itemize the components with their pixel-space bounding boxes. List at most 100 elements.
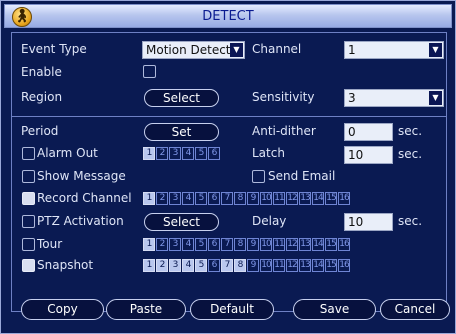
channel-box[interactable]: 7 — [221, 238, 233, 251]
delay-input[interactable]: 10 — [344, 213, 393, 231]
channel-box[interactable]: 5 — [195, 259, 207, 272]
region-label: Region — [21, 90, 63, 104]
channel-box[interactable]: 1 — [143, 238, 155, 251]
alarm-out-channels: 123456 — [143, 147, 220, 160]
channel-box[interactable]: 2 — [156, 238, 168, 251]
window-title: DETECT — [202, 9, 254, 24]
channel-box[interactable]: 5 — [195, 147, 207, 160]
channel-box[interactable]: 10 — [260, 259, 272, 272]
show-message-checkbox[interactable] — [22, 170, 35, 183]
channel-box[interactable]: 8 — [234, 259, 246, 272]
record-channels: 1 2 3 4 5 6 7 8 9 10 11 12 13 14 15 16 — [143, 192, 350, 205]
channel-box[interactable]: 13 — [299, 238, 311, 251]
channel-box[interactable]: 11 — [273, 259, 285, 272]
channel-box[interactable]: 7 — [221, 259, 233, 272]
sensitivity-value: 3 — [348, 91, 356, 105]
latch-unit: sec. — [398, 147, 423, 161]
channel-box[interactable]: 4 — [182, 192, 194, 205]
channel-box[interactable]: 1 — [143, 192, 155, 205]
dropdown-arrow-icon[interactable]: ▼ — [429, 43, 442, 57]
channel-box[interactable]: 8 — [234, 238, 246, 251]
cancel-button[interactable]: Cancel — [380, 299, 450, 320]
channel-box[interactable]: 15 — [325, 192, 337, 205]
channel-box[interactable]: 11 — [273, 192, 285, 205]
channel-box[interactable]: 3 — [169, 147, 181, 160]
latch-input[interactable]: 10 — [344, 146, 393, 164]
enable-checkbox[interactable] — [143, 65, 156, 78]
ptz-select-button[interactable]: Select — [144, 213, 219, 231]
channel-box[interactable]: 4 — [182, 259, 194, 272]
channel-box[interactable]: 3 — [169, 192, 181, 205]
record-channel-checkbox[interactable] — [22, 192, 35, 205]
channel-box[interactable]: 6 — [208, 238, 220, 251]
channel-box[interactable]: 16 — [338, 259, 350, 272]
send-email-label: Send Email — [268, 169, 336, 183]
channel-select[interactable]: 1 ▼ — [344, 41, 444, 59]
channel-box[interactable]: 5 — [195, 192, 207, 205]
channel-box[interactable]: 12 — [286, 238, 298, 251]
channel-box[interactable]: 11 — [273, 238, 285, 251]
channel-box[interactable]: 9 — [247, 192, 259, 205]
channel-box[interactable]: 14 — [312, 259, 324, 272]
title-bar: 🚶︎ DETECT — [4, 4, 452, 28]
channel-box[interactable]: 6 — [208, 192, 220, 205]
default-button[interactable]: Default — [190, 299, 274, 320]
tour-label: Tour — [37, 237, 63, 251]
period-label: Period — [21, 124, 59, 138]
enable-label: Enable — [21, 65, 62, 79]
channel-box[interactable]: 2 — [156, 147, 168, 160]
copy-button[interactable]: Copy — [21, 299, 104, 320]
snapshot-checkbox[interactable] — [22, 259, 35, 272]
event-type-value: Motion Detect — [146, 43, 231, 57]
delay-unit: sec. — [398, 214, 423, 228]
channel-box[interactable]: 12 — [286, 259, 298, 272]
ptz-activation-checkbox[interactable] — [22, 215, 35, 228]
channel-box[interactable]: 15 — [325, 238, 337, 251]
channel-box[interactable]: 16 — [338, 238, 350, 251]
save-button[interactable]: Save — [293, 299, 376, 320]
channel-box[interactable]: 15 — [325, 259, 337, 272]
channel-box[interactable]: 3 — [169, 259, 181, 272]
channel-box[interactable]: 4 — [182, 238, 194, 251]
detect-window: 🚶︎ DETECT Event Type Motion Detect ▼ Cha… — [0, 0, 456, 334]
sensitivity-select[interactable]: 3 ▼ — [344, 89, 444, 107]
dropdown-arrow-icon[interactable]: ▼ — [230, 43, 243, 57]
event-type-select[interactable]: Motion Detect ▼ — [142, 41, 245, 59]
channel-box[interactable]: 3 — [169, 238, 181, 251]
ptz-activation-label: PTZ Activation — [37, 214, 124, 228]
channel-box[interactable]: 6 — [208, 147, 220, 160]
channel-box[interactable]: 14 — [312, 238, 324, 251]
send-email-checkbox[interactable] — [252, 170, 265, 183]
channel-box[interactable]: 1 — [143, 259, 155, 272]
show-message-label: Show Message — [37, 169, 126, 183]
channel-box[interactable]: 2 — [156, 192, 168, 205]
channel-box[interactable]: 8 — [234, 192, 246, 205]
channel-box[interactable]: 5 — [195, 238, 207, 251]
channel-box[interactable]: 2 — [156, 259, 168, 272]
channel-box[interactable]: 9 — [247, 259, 259, 272]
channel-value: 1 — [348, 43, 356, 57]
dropdown-arrow-icon[interactable]: ▼ — [429, 91, 442, 105]
section-divider — [12, 116, 446, 117]
channel-box[interactable]: 16 — [338, 192, 350, 205]
channel-box[interactable]: 7 — [221, 192, 233, 205]
latch-label: Latch — [252, 146, 285, 160]
event-type-label: Event Type — [21, 42, 87, 56]
alarm-out-label: Alarm Out — [37, 146, 98, 160]
channel-box[interactable]: 14 — [312, 192, 324, 205]
channel-box[interactable]: 13 — [299, 259, 311, 272]
alarm-out-checkbox[interactable] — [22, 147, 35, 160]
channel-box[interactable]: 12 — [286, 192, 298, 205]
channel-box[interactable]: 9 — [247, 238, 259, 251]
region-select-button[interactable]: Select — [144, 89, 219, 107]
channel-box[interactable]: 4 — [182, 147, 194, 160]
period-set-button[interactable]: Set — [144, 123, 219, 141]
anti-dither-input[interactable]: 0 — [344, 123, 393, 141]
paste-button[interactable]: Paste — [106, 299, 186, 320]
channel-box[interactable]: 1 — [143, 147, 155, 160]
channel-box[interactable]: 13 — [299, 192, 311, 205]
channel-box[interactable]: 10 — [260, 192, 272, 205]
tour-checkbox[interactable] — [22, 238, 35, 251]
channel-box[interactable]: 6 — [208, 259, 220, 272]
channel-box[interactable]: 10 — [260, 238, 272, 251]
